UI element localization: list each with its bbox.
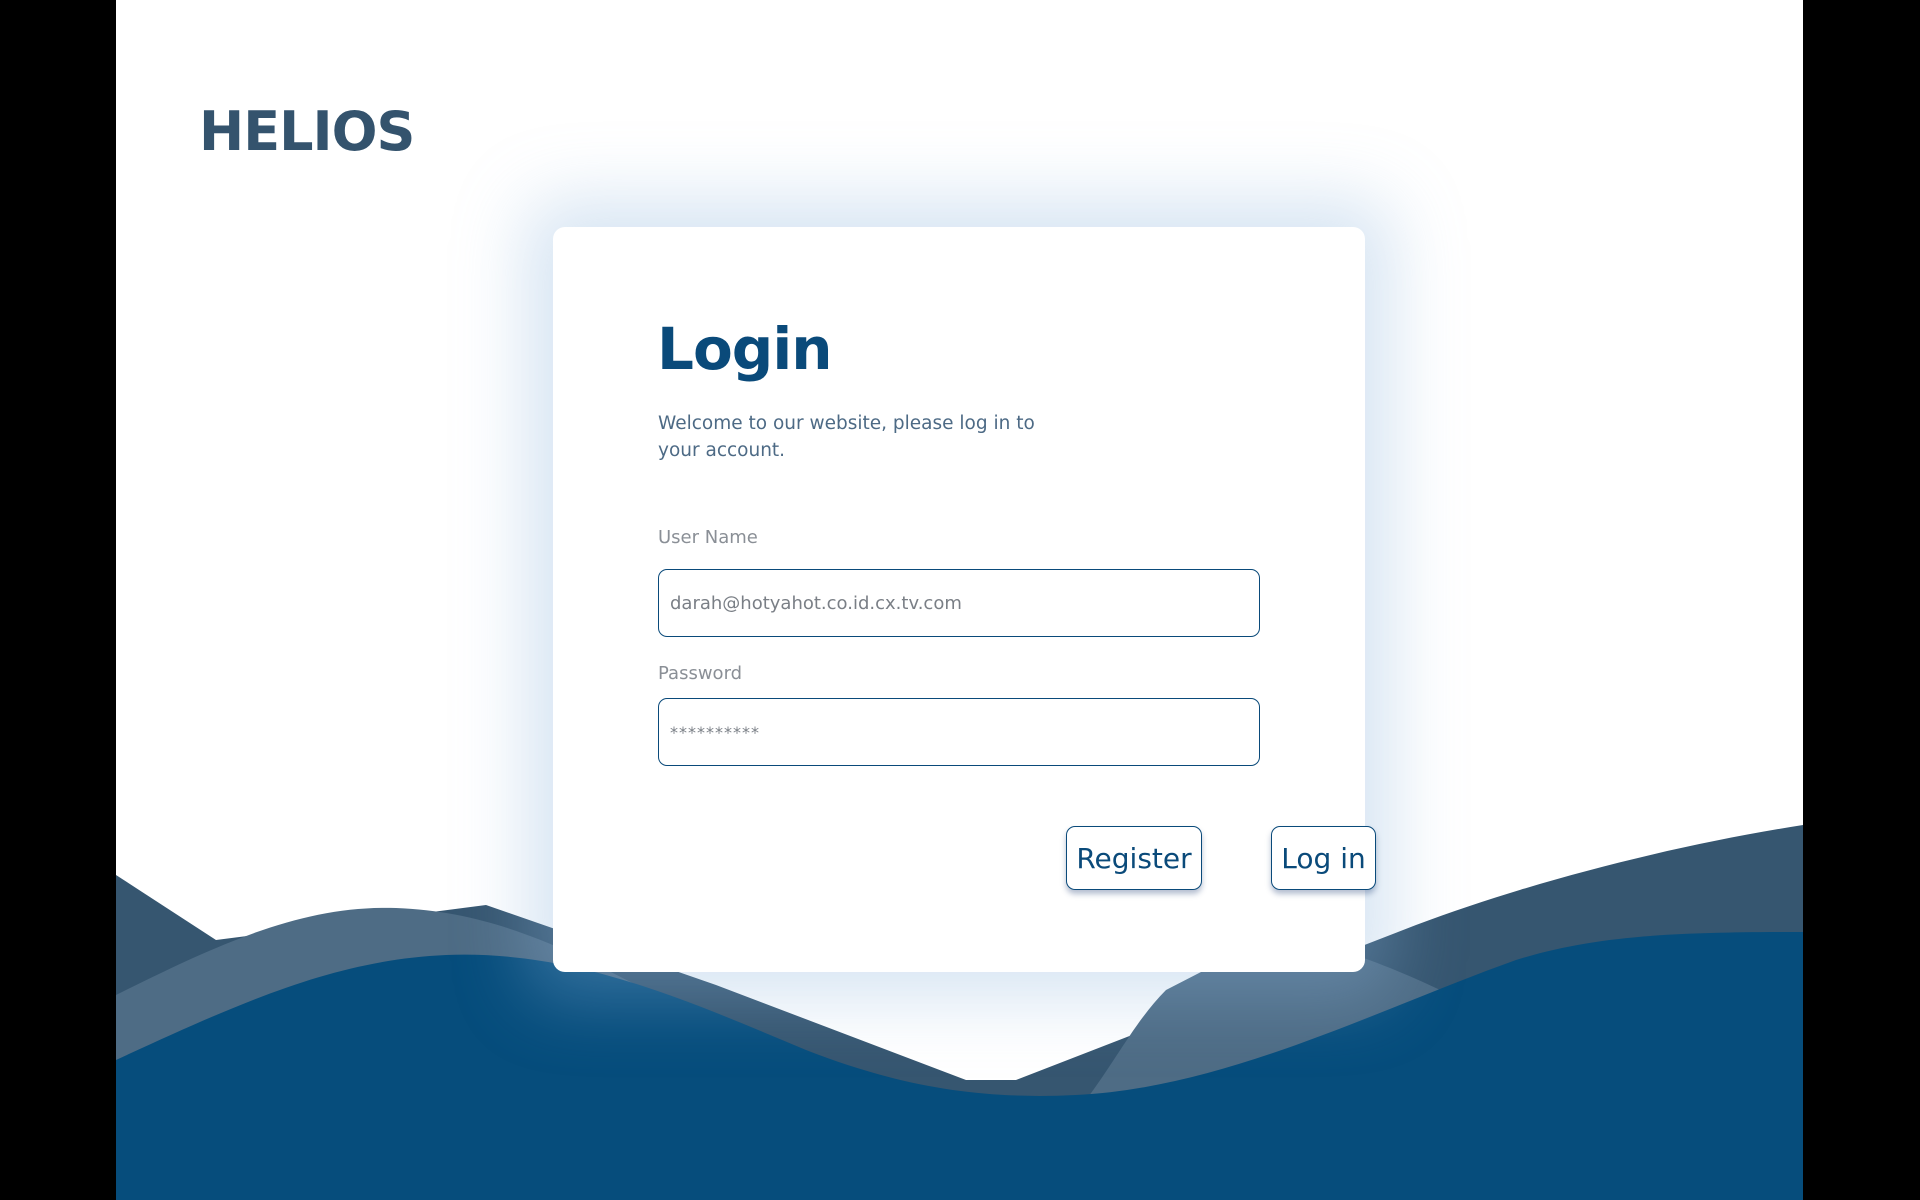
- password-input[interactable]: [658, 698, 1260, 766]
- username-label: User Name: [658, 527, 758, 548]
- login-card: Login Welcome to our website, please log…: [553, 227, 1376, 972]
- login-subtitle: Welcome to our website, please log in to…: [658, 413, 1035, 461]
- password-label: Password: [658, 663, 743, 684]
- page-frame: HELIOS Login Welcome to our website, ple…: [116, 0, 1803, 1200]
- register-button[interactable]: Register: [1066, 826, 1202, 890]
- brand-logo-text: HELIOS: [199, 100, 415, 163]
- username-input[interactable]: [658, 569, 1260, 637]
- login-button[interactable]: Log in: [1271, 826, 1376, 890]
- login-title: Login: [657, 315, 832, 383]
- wave-front-layer: [116, 932, 1803, 1200]
